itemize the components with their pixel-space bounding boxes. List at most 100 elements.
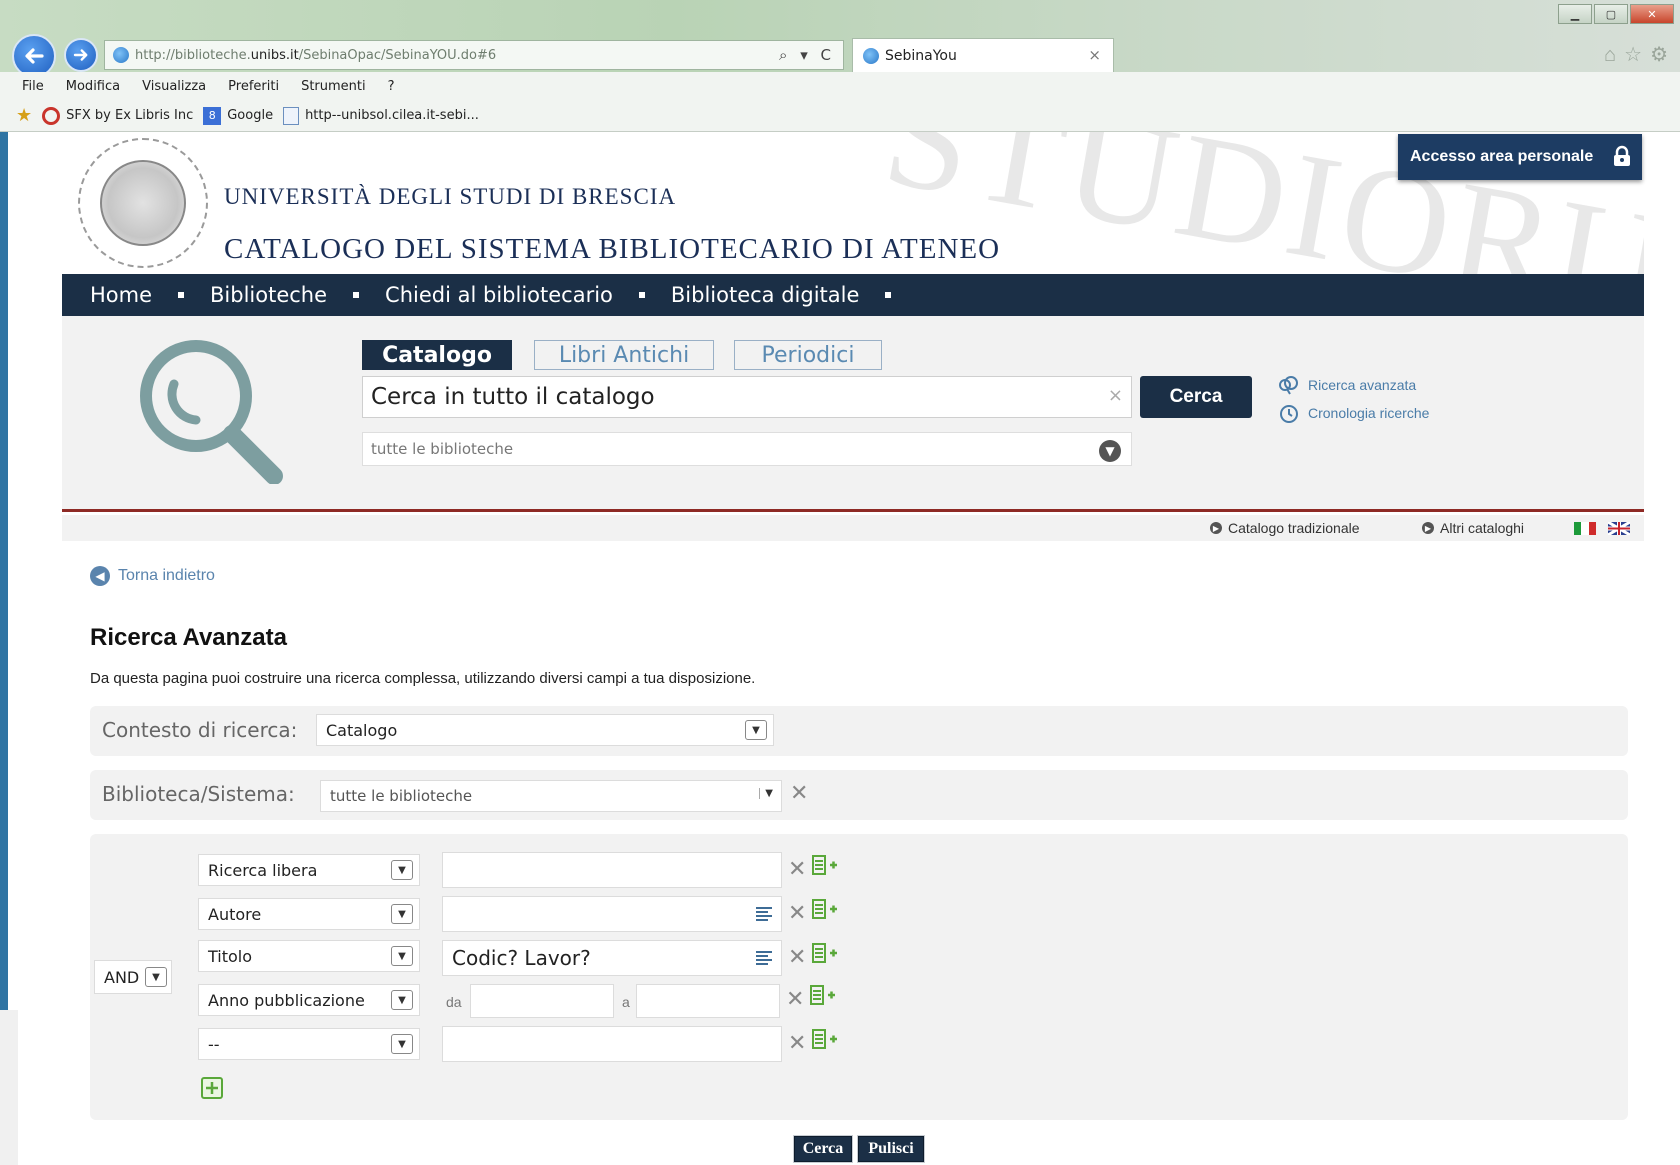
year-to-input[interactable] (636, 984, 780, 1018)
browser-toolbar-icons: ⌂☆⚙ (1604, 42, 1676, 67)
seal-center (100, 160, 186, 246)
remove-row-icon[interactable]: ✕ (788, 858, 806, 880)
add-row-icon[interactable] (812, 942, 838, 964)
traditional-catalog-link[interactable]: ▶ Catalogo tradizionale (1210, 520, 1360, 536)
tab-title: SebinaYou (885, 47, 957, 64)
favorite-unibsol[interactable]: http--unibsol.cilea.it-sebi... (283, 106, 479, 125)
remove-row-icon[interactable]: ✕ (786, 988, 804, 1010)
tab-close-icon[interactable]: × (1088, 46, 1101, 64)
criteria-value-input[interactable] (442, 1026, 782, 1062)
gear-icon[interactable]: ⚙ (1650, 44, 1676, 66)
list-icon[interactable] (755, 949, 773, 967)
maximize-icon[interactable]: ▢ (1594, 4, 1628, 24)
chevron-down-icon: ▼ (145, 967, 167, 987)
personal-area-login-button[interactable]: Accesso area personale (1398, 134, 1642, 180)
clear-form-button[interactable]: Pulisci (858, 1136, 924, 1162)
close-window-icon[interactable]: ✕ (1630, 4, 1674, 24)
search-context-row: Contesto di ricerca: Catalogo ▼ (90, 706, 1628, 756)
year-from-input[interactable] (470, 984, 614, 1018)
back-link[interactable]: ◀ Torna indietro (90, 566, 215, 586)
url-path: /SebinaOpac/SebinaYOU.do#6 (298, 47, 497, 63)
favorite-sfx[interactable]: SFX by Ex Libris Inc (42, 106, 193, 125)
menubar: File Modifica Visualizza Preferiti Strum… (0, 72, 1680, 100)
title-value-input[interactable]: Codic? Lavor? (442, 940, 782, 976)
criteria-field-value: Titolo (208, 946, 253, 966)
criteria-field-select[interactable]: Ricerca libera ▼ (198, 854, 420, 886)
home-icon[interactable]: ⌂ (1604, 44, 1624, 66)
favorite-google-label: Google (227, 108, 274, 123)
menu-preferiti[interactable]: Preferiti (228, 79, 279, 94)
criteria-field-value: -- (208, 1034, 220, 1054)
other-catalogs-link[interactable]: ▶ Altri cataloghi (1422, 520, 1524, 536)
page-title: Ricerca Avanzata (90, 624, 287, 651)
criteria-value-input[interactable] (442, 852, 782, 888)
tab-libri-antichi[interactable]: Libri Antichi (534, 340, 714, 370)
criteria-field-select[interactable]: Autore ▼ (198, 898, 420, 930)
boolean-operator-select[interactable]: AND ▼ (94, 960, 172, 994)
address-bar[interactable]: http://biblioteche. unibs.it/SebinaOpac/S… (104, 40, 844, 70)
add-row-icon[interactable] (812, 898, 838, 920)
chevron-down-icon: ▼ (1099, 440, 1121, 462)
catalog-name: CATALOGO DEL SISTEMA BIBLIOTECARIO DI AT… (224, 233, 1001, 265)
flag-uk-icon[interactable] (1608, 522, 1630, 535)
main-navigation: Home Biblioteche Chiedi al bibliotecario… (62, 274, 1644, 316)
menu-visualizza[interactable]: Visualizza (142, 79, 206, 94)
forward-arrow-icon[interactable] (64, 38, 98, 72)
context-label: Contesto di ricerca: (102, 718, 298, 742)
menu-strumenti[interactable]: Strumenti (301, 79, 366, 94)
university-seal-logo[interactable] (78, 138, 208, 268)
context-select[interactable]: Catalogo ▼ (316, 714, 774, 746)
favorite-unibsol-label: http--unibsol.cilea.it-sebi... (305, 108, 479, 123)
login-label: Accesso area personale (1410, 148, 1594, 165)
clear-search-icon[interactable]: × (1108, 385, 1123, 406)
back-label: Torna indietro (118, 567, 215, 584)
search-history-link[interactable]: Cronologia ricerche (1278, 402, 1429, 424)
nav-biblioteche[interactable]: Biblioteche (210, 283, 327, 307)
tab-catalogo[interactable]: Catalogo (362, 340, 512, 370)
catalog-search-input[interactable]: Cerca in tutto il catalogo × (362, 376, 1132, 418)
nav-chiedi-bibliotecario[interactable]: Chiedi al bibliotecario (385, 283, 613, 307)
minimize-icon[interactable]: ▁ (1558, 4, 1592, 24)
list-icon[interactable] (755, 905, 773, 923)
remove-library-icon[interactable]: ✕ (790, 782, 808, 804)
criteria-field-select[interactable]: Titolo ▼ (198, 940, 420, 972)
nav-separator (353, 292, 360, 298)
nav-biblioteca-digitale[interactable]: Biblioteca digitale (671, 283, 860, 307)
chevron-down-icon: ▼ (391, 990, 413, 1010)
criteria-field-value: Anno pubblicazione (208, 990, 365, 1010)
star-icon[interactable]: ☆ (1624, 44, 1650, 66)
advanced-search-submit-button[interactable]: Cerca (794, 1136, 852, 1162)
add-criterion-icon[interactable] (200, 1076, 224, 1100)
desktop-edge-lower (0, 1010, 18, 1165)
advanced-search-link[interactable]: Ricerca avanzata (1278, 374, 1416, 396)
traditional-catalog-label: Catalogo tradizionale (1228, 520, 1360, 536)
search-button[interactable]: Cerca (1140, 376, 1252, 418)
menu-help[interactable]: ? (388, 79, 395, 94)
library-system-select[interactable]: tutte le biblioteche ▼ (320, 780, 782, 812)
globe-icon (113, 47, 129, 63)
address-tools[interactable]: ⌕ ▾ C (779, 46, 835, 64)
criteria-value-input[interactable] (442, 896, 782, 932)
favorite-google[interactable]: 8 Google (203, 106, 274, 125)
browser-tab[interactable]: SebinaYou × (852, 38, 1114, 72)
remove-row-icon[interactable]: ✕ (788, 1032, 806, 1054)
nav-home[interactable]: Home (90, 283, 152, 307)
university-name: UNIVERSITÀ DEGLI STUDI DI BRESCIA (224, 184, 677, 209)
menu-modifica[interactable]: Modifica (66, 79, 120, 94)
criteria-field-select[interactable]: -- ▼ (198, 1028, 420, 1060)
criteria-field-select[interactable]: Anno pubblicazione ▼ (198, 984, 420, 1016)
remove-row-icon[interactable]: ✕ (788, 946, 806, 968)
add-row-icon[interactable] (812, 1028, 838, 1050)
add-row-icon[interactable] (810, 984, 836, 1006)
remove-row-icon[interactable]: ✕ (788, 902, 806, 924)
menu-file[interactable]: File (22, 79, 44, 94)
back-icon: ◀ (90, 566, 110, 586)
nav-separator (885, 292, 892, 298)
flag-it-icon[interactable] (1574, 522, 1596, 535)
add-row-icon[interactable] (812, 854, 838, 876)
chevron-down-icon: ▼ (759, 788, 773, 799)
tab-periodici[interactable]: Periodici (734, 340, 882, 370)
clock-icon (1280, 405, 1298, 423)
favorites-star-icon[interactable]: ★ (16, 105, 32, 126)
library-filter-select[interactable]: tutte le biblioteche ▼ (362, 432, 1132, 466)
